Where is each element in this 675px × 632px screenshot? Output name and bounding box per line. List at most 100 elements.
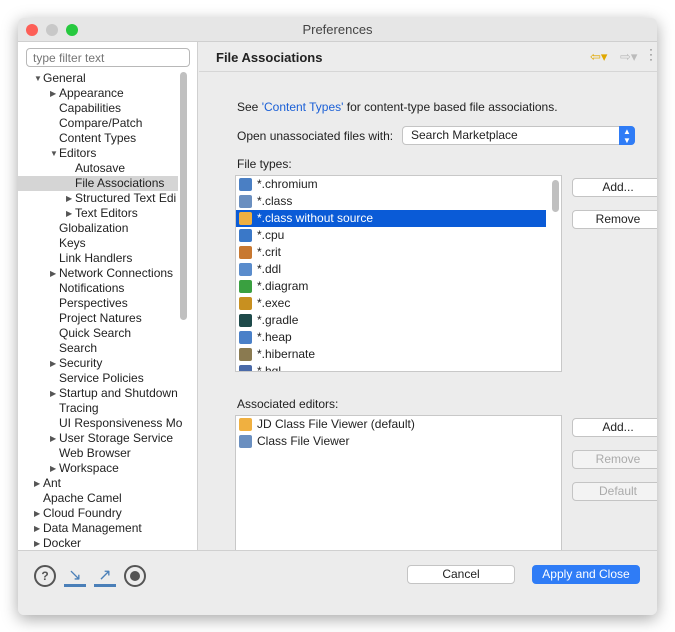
sidebar-vertical-scrollbar[interactable] <box>180 72 187 320</box>
list-item[interactable]: *.class without source <box>236 210 546 227</box>
collapsed-arrow-icon[interactable]: ▶ <box>34 476 40 491</box>
tree-item[interactable]: Autosave <box>18 161 178 176</box>
list-item[interactable]: *.exec <box>236 295 546 312</box>
view-menu-icon[interactable]: · · · <box>649 43 653 65</box>
tree-item-label: Workspace <box>59 461 119 475</box>
forward-arrow-icon[interactable]: ⇨▾ <box>620 49 637 65</box>
list-item[interactable]: *.hibernate <box>236 346 546 363</box>
zoom-window-button[interactable] <box>66 24 78 36</box>
tree-item[interactable]: ▶ User Storage Service <box>18 431 178 446</box>
tree-item[interactable]: ▶ Structured Text Edi <box>18 191 178 206</box>
back-arrow-icon[interactable]: ⇦▾ <box>590 49 607 65</box>
open-unassociated-label: Open unassociated files with: <box>237 129 394 143</box>
record-icon[interactable] <box>124 565 146 587</box>
collapsed-arrow-icon[interactable]: ▶ <box>34 536 40 551</box>
tree-item[interactable]: ▼ General <box>18 71 178 86</box>
tree-item[interactable]: Apache Camel <box>18 491 178 506</box>
list-item[interactable]: *.heap <box>236 329 546 346</box>
list-item[interactable]: Class File Viewer <box>236 433 561 450</box>
file-types-list[interactable]: *.chromium *.class *.class without source *… <box>235 175 562 372</box>
tree-item[interactable]: File Associations <box>18 176 178 191</box>
cancel-button[interactable]: Cancel <box>407 565 515 584</box>
list-item[interactable]: *.hql <box>236 363 546 371</box>
tree-item[interactable]: ▶ Docker <box>18 536 178 551</box>
list-item[interactable]: *.chromium <box>236 176 546 193</box>
add-file-type-button[interactable]: Add... <box>572 178 657 197</box>
list-item[interactable]: *.crit <box>236 244 546 261</box>
tree-item[interactable]: Capabilities <box>18 101 178 116</box>
collapsed-arrow-icon[interactable]: ▶ <box>34 521 40 536</box>
tree-item[interactable]: Compare/Patch <box>18 116 178 131</box>
list-item[interactable]: *.diagram <box>236 278 546 295</box>
tree-item[interactable]: ▶ Data Management <box>18 521 178 536</box>
collapsed-arrow-icon[interactable]: ▶ <box>50 386 56 401</box>
tree-item[interactable]: UI Responsiveness Mo <box>18 416 182 431</box>
note-suffix: for content-type based file associations… <box>343 100 558 114</box>
export-icon[interactable]: ↗ <box>94 565 116 587</box>
tree-item[interactable]: ▶ Startup and Shutdown <box>18 386 178 401</box>
content-types-link[interactable]: 'Content Types' <box>262 100 344 114</box>
tree-item[interactable]: Keys <box>18 236 178 251</box>
tree-item[interactable]: Perspectives <box>18 296 178 311</box>
minimize-window-button[interactable] <box>46 24 58 36</box>
tree-item[interactable]: Web Browser <box>18 446 178 461</box>
tree-item[interactable]: ▶ Cloud Foundry <box>18 506 178 521</box>
collapsed-arrow-icon[interactable]: ▶ <box>50 356 56 371</box>
tree-item-label: Capabilities <box>59 101 122 115</box>
tree-item[interactable]: Globalization <box>18 221 178 236</box>
tree-item[interactable]: Content Types <box>18 131 178 146</box>
help-icon[interactable]: ? <box>34 565 56 587</box>
tree-item[interactable]: ▶ Workspace <box>18 461 178 476</box>
list-item[interactable]: *.cpu <box>236 227 546 244</box>
close-window-button[interactable] <box>26 24 38 36</box>
gears-icon <box>239 297 252 310</box>
expanded-arrow-icon[interactable]: ▼ <box>34 71 42 86</box>
tree-item[interactable]: ▶ Network Connections <box>18 266 178 281</box>
remove-editor-button[interactable]: Remove <box>572 450 657 469</box>
collapsed-arrow-icon[interactable]: ▶ <box>34 506 40 521</box>
tree-item[interactable]: ▶ Text Editors <box>18 206 178 221</box>
list-item[interactable]: *.ddl <box>236 261 546 278</box>
tree-item[interactable]: ▶ Ant <box>18 476 178 491</box>
list-item[interactable]: *.gradle <box>236 312 546 329</box>
collapsed-arrow-icon[interactable]: ▶ <box>50 461 56 476</box>
tree-item[interactable]: Service Policies <box>18 371 178 386</box>
collapsed-arrow-icon[interactable]: ▶ <box>66 206 72 221</box>
list-item[interactable]: JD Class File Viewer (default) <box>236 416 561 433</box>
expanded-arrow-icon[interactable]: ▼ <box>50 146 58 161</box>
tree-item[interactable]: Tracing <box>18 401 178 416</box>
tree-item[interactable]: Notifications <box>18 281 178 296</box>
tree-item[interactable]: ▶ Security <box>18 356 178 371</box>
file-types-scrollbar[interactable] <box>552 180 559 212</box>
tree-item[interactable]: ▶ Appearance <box>18 86 178 101</box>
footer: ? ↘ ↗ Cancel Apply and Close <box>18 550 657 615</box>
remove-file-type-button[interactable]: Remove <box>572 210 657 229</box>
apply-and-close-button[interactable]: Apply and Close <box>532 565 640 584</box>
tree-item-label: Cloud Foundry <box>43 506 122 520</box>
tree-item-label: Network Connections <box>59 266 174 280</box>
crit-icon <box>239 246 252 259</box>
collapsed-arrow-icon[interactable]: ▶ <box>50 431 56 446</box>
tree-item-label: Keys <box>59 236 86 250</box>
tree-item[interactable]: ▼ Editors <box>18 146 178 161</box>
list-item[interactable]: *.class <box>236 193 546 210</box>
collapsed-arrow-icon[interactable]: ▶ <box>50 86 56 101</box>
collapsed-arrow-icon[interactable]: ▶ <box>66 191 72 206</box>
list-item-label: *.ddl <box>257 262 282 276</box>
tree-item-label: Apache Camel <box>43 491 122 505</box>
coffee-cup-icon <box>239 212 252 225</box>
tree-item-label: Ant <box>43 476 62 490</box>
list-item-label: *.class without source <box>257 211 374 225</box>
import-icon[interactable]: ↘ <box>64 565 86 587</box>
add-editor-button[interactable]: Add... <box>572 418 657 437</box>
tree-item-label: Globalization <box>59 221 129 235</box>
open-unassociated-select[interactable]: Search Marketplace ▲ ▼ <box>402 126 635 145</box>
collapsed-arrow-icon[interactable]: ▶ <box>50 266 56 281</box>
tree-item-label: Search <box>59 341 98 355</box>
tree-item[interactable]: Quick Search <box>18 326 178 341</box>
filter-input[interactable] <box>26 48 190 67</box>
tree-item[interactable]: Link Handlers <box>18 251 178 266</box>
tree-item[interactable]: Search <box>18 341 178 356</box>
tree-item[interactable]: Project Natures <box>18 311 178 326</box>
default-editor-button[interactable]: Default <box>572 482 657 501</box>
